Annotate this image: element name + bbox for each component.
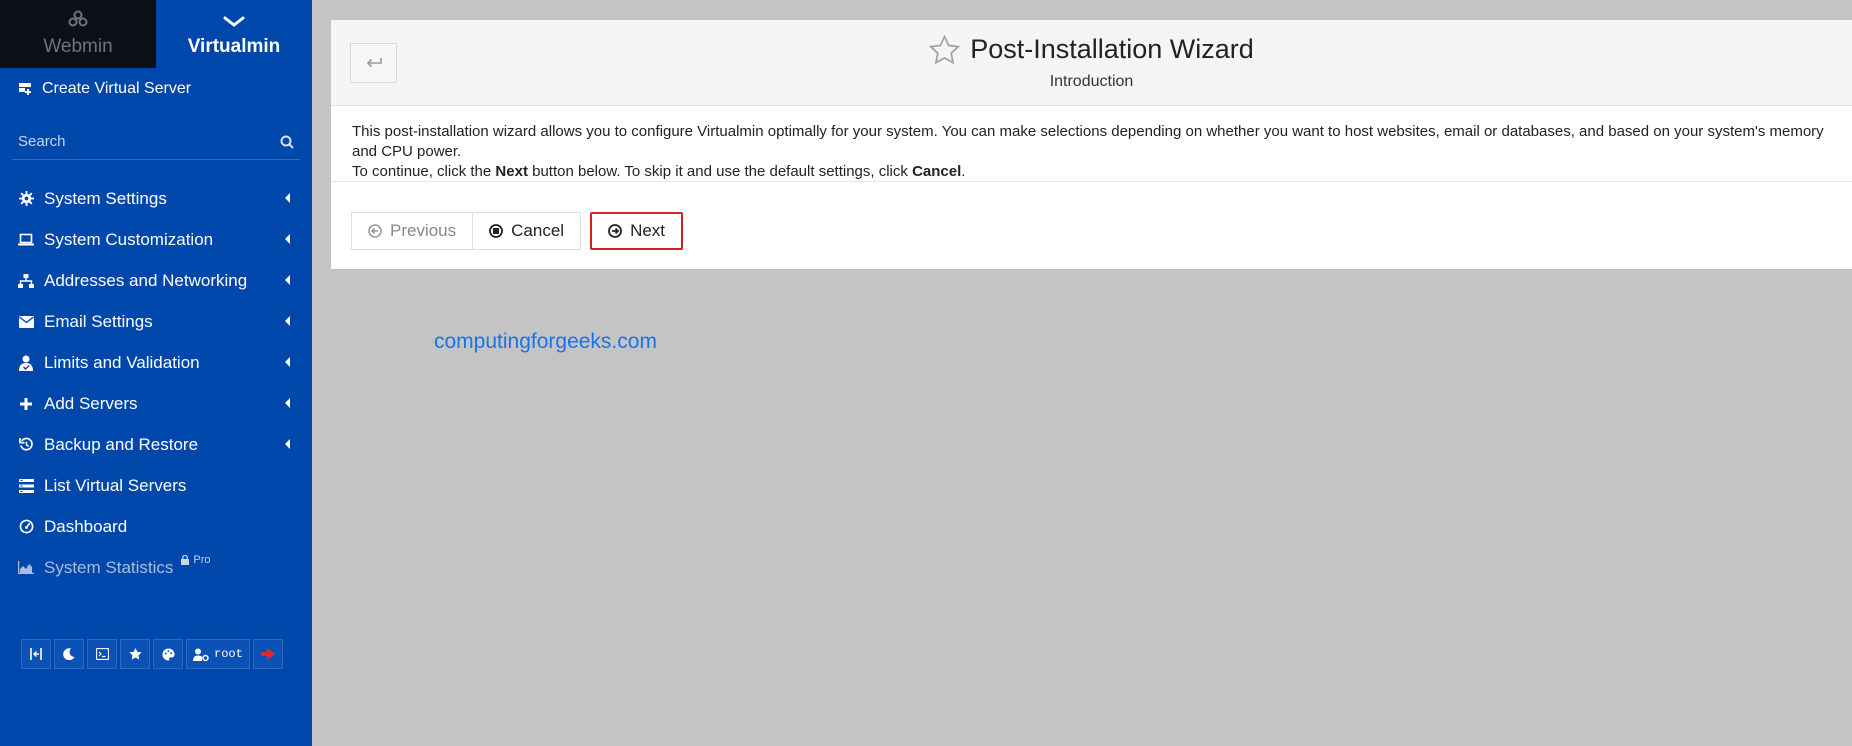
instruction-text: To continue, click the bbox=[352, 163, 496, 180]
laptop-icon bbox=[17, 231, 35, 249]
instruction-next: Next bbox=[495, 163, 528, 180]
instruction-paragraph: To continue, click the Next button below… bbox=[352, 162, 1832, 182]
instruction-text: button below. To skip it and use the def… bbox=[527, 163, 913, 180]
sidebar-item-label: Add Servers bbox=[44, 393, 138, 413]
history-icon bbox=[17, 436, 35, 454]
sidebar-item-label: Limits and Validation bbox=[44, 352, 200, 372]
previous-label: Previous bbox=[390, 221, 457, 240]
panel-header: Post-Installation Wizard Introduction bbox=[331, 20, 1852, 106]
moon-icon bbox=[63, 648, 75, 660]
intro-paragraph: This post-installation wizard allows you… bbox=[352, 123, 1824, 160]
sidebar: Webmin Virtualmin Create Virtual Server … bbox=[0, 0, 312, 746]
network-icon bbox=[17, 272, 35, 290]
sidebar-item-backup-restore[interactable]: Backup and Restore bbox=[0, 424, 312, 465]
caret-left-icon bbox=[285, 439, 290, 449]
envelope-icon bbox=[17, 313, 35, 331]
sidebar-item-system-settings[interactable]: System Settings bbox=[0, 178, 312, 219]
sidebar-item-label: Addresses and Networking bbox=[44, 270, 248, 290]
favorites-button[interactable] bbox=[120, 639, 150, 669]
webmin-logo-icon bbox=[68, 10, 88, 27]
next-button[interactable]: Next bbox=[590, 212, 684, 250]
sidebar-item-list-virtual-servers[interactable]: List Virtual Servers bbox=[0, 465, 312, 506]
caret-left-icon bbox=[285, 357, 290, 367]
instruction-text: . bbox=[961, 163, 966, 180]
caret-left-icon bbox=[285, 398, 290, 408]
logout-icon bbox=[260, 648, 275, 660]
sidebar-item-system-statistics[interactable]: System Statistics Pro bbox=[0, 547, 312, 588]
chevron-down-icon bbox=[223, 16, 245, 27]
theme-button[interactable] bbox=[153, 639, 183, 669]
pro-badge: Pro bbox=[181, 553, 211, 566]
search-icon[interactable] bbox=[280, 135, 294, 149]
caret-left-icon bbox=[285, 234, 290, 244]
sidebar-item-email-settings[interactable]: Email Settings bbox=[0, 301, 312, 342]
circle-arrow-right-icon bbox=[608, 224, 622, 238]
caret-left-icon bbox=[285, 193, 290, 203]
collapse-icon bbox=[30, 648, 42, 660]
create-virtual-server-label: Create Virtual Server bbox=[42, 80, 192, 97]
wizard-panel: Post-Installation Wizard Introduction Th… bbox=[331, 20, 1852, 269]
list-icon bbox=[17, 477, 35, 495]
create-virtual-server-link[interactable]: Create Virtual Server bbox=[0, 68, 312, 110]
gauge-icon bbox=[17, 518, 35, 536]
next-label: Next bbox=[630, 221, 666, 240]
page-title: Post-Installation Wizard bbox=[970, 34, 1254, 64]
sidebar-item-label: List Virtual Servers bbox=[44, 475, 187, 495]
sidebar-item-label: System Settings bbox=[44, 188, 167, 208]
sidebar-item-system-customization[interactable]: System Customization bbox=[0, 219, 312, 260]
watermark: computingforgeeks.com bbox=[434, 330, 657, 353]
webmin-label: Webmin bbox=[43, 36, 113, 57]
star-icon bbox=[128, 648, 142, 660]
sidebar-menu: System Settings System Customization Add… bbox=[0, 178, 312, 588]
dark-mode-button[interactable] bbox=[54, 639, 84, 669]
title-row: Post-Installation Wizard bbox=[331, 34, 1852, 65]
terminal-icon bbox=[95, 648, 109, 660]
sidebar-toolbar: root bbox=[21, 639, 283, 669]
sidebar-item-add-servers[interactable]: Add Servers bbox=[0, 383, 312, 424]
previous-button[interactable]: Previous bbox=[351, 212, 474, 250]
user-cog-icon bbox=[193, 648, 209, 661]
circle-arrow-left-icon bbox=[368, 224, 382, 238]
instruction-cancel: Cancel bbox=[912, 163, 962, 180]
circle-x-icon bbox=[489, 224, 504, 238]
pro-label: Pro bbox=[193, 553, 211, 566]
search-input[interactable] bbox=[18, 133, 258, 150]
logout-button[interactable] bbox=[252, 639, 283, 669]
caret-left-icon bbox=[285, 275, 290, 285]
sidebar-item-label: System Statistics bbox=[44, 557, 174, 577]
sidebar-item-label: Backup and Restore bbox=[44, 434, 199, 454]
webmin-switch[interactable]: Webmin bbox=[0, 0, 156, 68]
terminal-button[interactable] bbox=[87, 639, 117, 669]
collapse-sidebar-button[interactable] bbox=[21, 639, 51, 669]
gear-icon bbox=[17, 190, 35, 208]
favorite-star-icon[interactable] bbox=[929, 34, 961, 65]
wizard-buttons: Previous Cancel Next bbox=[351, 212, 684, 250]
user-button[interactable]: root bbox=[186, 639, 250, 669]
sidebar-item-label: System Customization bbox=[44, 229, 214, 249]
user-check-icon bbox=[17, 354, 35, 372]
sidebar-item-addresses-networking[interactable]: Addresses and Networking bbox=[0, 260, 312, 301]
palette-icon bbox=[161, 647, 175, 661]
cancel-label: Cancel bbox=[511, 221, 565, 240]
page-subtitle: Introduction bbox=[1049, 73, 1134, 90]
plus-icon bbox=[17, 395, 35, 413]
virtualmin-switch[interactable]: Virtualmin bbox=[156, 0, 312, 68]
cancel-button[interactable]: Cancel bbox=[472, 212, 582, 250]
intro-text: This post-installation wizard allows you… bbox=[331, 106, 1852, 182]
sidebar-item-label: Email Settings bbox=[44, 311, 153, 331]
caret-left-icon bbox=[285, 316, 290, 326]
server-plus-icon bbox=[19, 83, 31, 95]
product-switcher: Webmin Virtualmin bbox=[0, 0, 312, 68]
user-name: root bbox=[214, 647, 243, 661]
lock-icon bbox=[181, 554, 190, 565]
virtualmin-label: Virtualmin bbox=[187, 36, 281, 57]
sidebar-item-limits-validation[interactable]: Limits and Validation bbox=[0, 342, 312, 383]
sidebar-item-label: Dashboard bbox=[44, 516, 128, 536]
search-box bbox=[12, 124, 300, 160]
chart-icon bbox=[17, 559, 35, 577]
sidebar-item-dashboard[interactable]: Dashboard bbox=[0, 506, 312, 547]
